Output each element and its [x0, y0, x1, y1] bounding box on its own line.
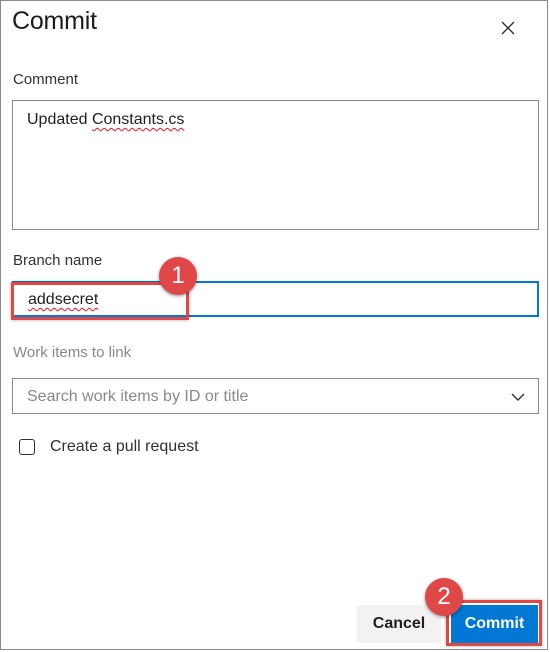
- cancel-button[interactable]: Cancel: [357, 605, 441, 643]
- chevron-down-icon: [511, 393, 525, 401]
- step1-callout-badge: 1: [159, 257, 197, 295]
- close-icon: [501, 21, 515, 35]
- create-pull-request-label: Create a pull request: [50, 438, 199, 455]
- comment-textarea[interactable]: Updated Constants.cs: [12, 100, 539, 230]
- close-button[interactable]: [495, 15, 521, 41]
- work-items-search-dropdown[interactable]: Search work items by ID or title: [12, 378, 539, 414]
- commit-dialog: Commit Comment Updated Constants.cs Bran…: [0, 0, 548, 650]
- work-items-label: Work items to link: [13, 344, 132, 361]
- comment-value-prefix: Updated: [27, 111, 92, 128]
- comment-value: Updated Constants.cs: [27, 111, 184, 129]
- step2-callout-badge: 2: [425, 578, 463, 616]
- branch-name-label: Branch name: [13, 252, 103, 269]
- commit-button[interactable]: Commit: [451, 605, 538, 643]
- work-items-search-placeholder: Search work items by ID or title: [27, 388, 249, 405]
- comment-label: Comment: [13, 71, 79, 88]
- dialog-title: Commit: [12, 7, 97, 35]
- create-pull-request-checkbox[interactable]: [19, 439, 35, 455]
- comment-value-misspelled: Constants.cs: [91, 111, 185, 128]
- create-pull-request-option[interactable]: Create a pull request: [19, 438, 199, 456]
